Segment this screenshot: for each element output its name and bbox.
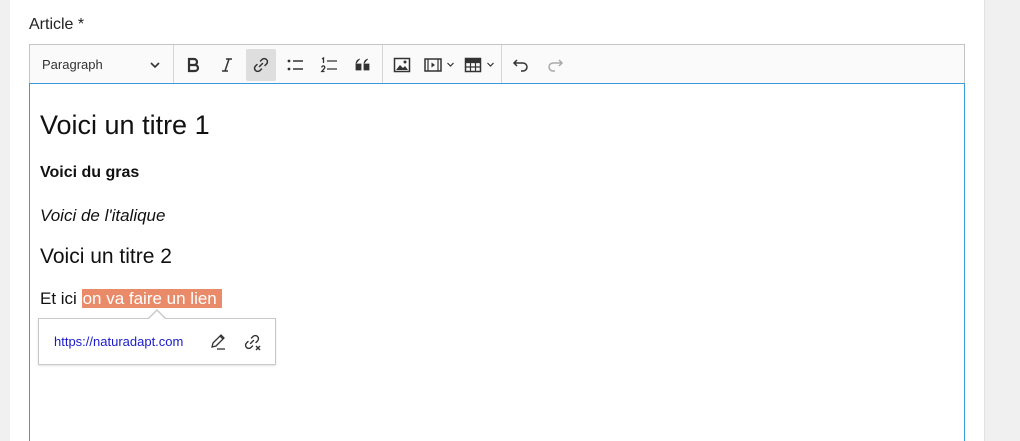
table-icon xyxy=(464,57,482,72)
heading-2[interactable]: Voici un titre 2 xyxy=(40,245,172,269)
bulleted-list-button[interactable] xyxy=(280,49,310,81)
link-preview-url[interactable]: https://naturadapt.com xyxy=(54,334,183,349)
history-group xyxy=(502,46,574,84)
insert-image-button[interactable] xyxy=(387,49,417,81)
block-quote-button[interactable] xyxy=(348,49,378,81)
chevron-down-icon xyxy=(447,62,454,67)
media-icon xyxy=(424,57,442,72)
link-button[interactable] xyxy=(246,48,276,81)
heading-dropdown-value: Paragraph xyxy=(42,57,103,72)
chevron-down-icon xyxy=(487,62,494,67)
bold-icon xyxy=(187,57,200,72)
undo-button[interactable] xyxy=(506,49,536,81)
selected-link-text[interactable]: on va faire un lien xyxy=(81,289,223,308)
bulleted-list-icon xyxy=(287,59,303,70)
link-actions-balloon: https://naturadapt.com xyxy=(38,318,276,365)
formatting-group xyxy=(174,46,382,84)
insert-table-button[interactable] xyxy=(461,49,497,81)
heading-dropdown[interactable]: Paragraph xyxy=(30,46,173,84)
pencil-icon xyxy=(211,333,226,350)
insert-media-button[interactable] xyxy=(421,49,457,81)
insert-group xyxy=(383,46,501,84)
link-icon xyxy=(253,57,269,72)
quote-icon xyxy=(355,58,370,70)
article-field-label: Article * xyxy=(29,16,85,33)
numbered-list-icon xyxy=(320,56,337,72)
italic-button[interactable] xyxy=(212,49,242,81)
redo-button[interactable] xyxy=(540,49,570,81)
redo-icon xyxy=(548,58,564,72)
heading-1[interactable]: Voici un titre 1 xyxy=(40,110,210,141)
numbered-list-button[interactable] xyxy=(314,49,344,81)
editor-toolbar: Paragraph xyxy=(29,44,965,85)
rich-text-editor[interactable]: Voici un titre 1 Voici du gras Voici de … xyxy=(29,83,965,441)
italic-paragraph[interactable]: Voici de l'italique xyxy=(40,206,165,226)
undo-icon xyxy=(512,58,528,72)
bold-paragraph[interactable]: Voici du gras xyxy=(40,164,139,182)
chevron-down-icon xyxy=(150,61,160,68)
bold-button[interactable] xyxy=(178,49,208,81)
italic-icon xyxy=(222,57,232,72)
image-icon xyxy=(393,57,411,72)
balloon-arrow-inner xyxy=(149,311,165,319)
paragraph-prefix: Et ici xyxy=(40,289,82,308)
link-paragraph[interactable]: Et ici on va faire un lien xyxy=(40,289,223,309)
unlink-button[interactable] xyxy=(237,327,267,357)
unlink-icon xyxy=(245,334,261,350)
edit-link-button[interactable] xyxy=(203,327,233,357)
